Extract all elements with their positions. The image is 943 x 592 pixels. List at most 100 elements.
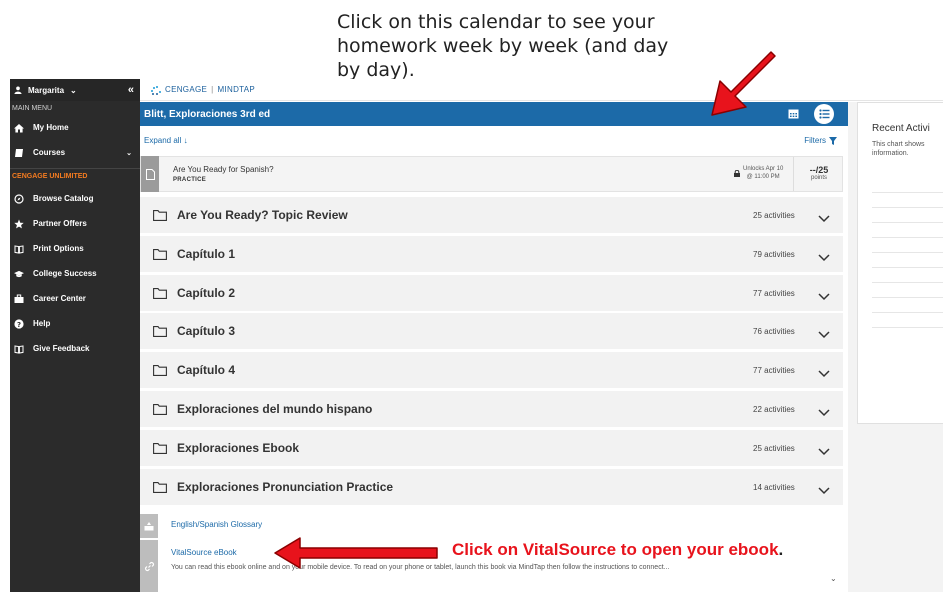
activity-count: 77 activities xyxy=(753,288,795,298)
course-title: Blitt, Exploraciones 3rd ed xyxy=(144,108,271,120)
folder-row[interactable]: Exploraciones Pronunciation Practice 14 … xyxy=(140,469,843,507)
expand-filter-row: Expand all ↓ Filters xyxy=(140,128,843,153)
collapse-sidebar-icon[interactable]: « xyxy=(128,84,134,96)
activity-count: 76 activities xyxy=(753,326,795,336)
book-icon xyxy=(14,148,24,158)
lock-icon xyxy=(734,169,740,177)
annotation-text: Click on VitalSource to open your ebook xyxy=(452,540,779,559)
recent-activity-description: This chart shows information. xyxy=(872,140,943,158)
sidebar-item-partner-offers[interactable]: Partner Offers xyxy=(10,211,140,236)
chevron-down-icon[interactable] xyxy=(818,249,830,267)
cengage-mindtap-logo[interactable]: CENGAGE | MINDTAP xyxy=(150,85,255,95)
arrow-down-icon: ↓ xyxy=(183,136,188,145)
star-icon xyxy=(14,219,24,229)
activity-count: 25 activities xyxy=(753,210,795,220)
folder-title: Capítulo 1 xyxy=(177,247,236,261)
document-icon xyxy=(141,156,159,192)
unlock-info: Unlocks Apr 10 @ 11:00 PM xyxy=(734,165,783,181)
chevron-down-icon[interactable]: ⌄ xyxy=(830,574,837,583)
chevron-down-icon[interactable] xyxy=(818,365,830,383)
list-icon xyxy=(818,109,829,119)
folder-row[interactable]: Are You Ready? Topic Review 25 activitie… xyxy=(140,197,843,235)
sidebar-item-college-success[interactable]: College Success xyxy=(10,261,140,286)
user-menu[interactable]: Margarita ⌄ « xyxy=(10,79,140,101)
folder-icon xyxy=(153,248,167,260)
link-icon xyxy=(140,540,158,592)
practice-title: Are You Ready for Spanish? xyxy=(173,165,274,174)
folder-title: Capítulo 2 xyxy=(177,286,236,300)
practice-activity-row[interactable]: Are You Ready for Spanish? PRACTICE Unlo… xyxy=(140,156,843,192)
user-icon xyxy=(14,86,22,94)
folder-row[interactable]: Capítulo 2 77 activities xyxy=(140,275,843,313)
unlock-time: @ 11:00 PM xyxy=(746,174,780,180)
graduation-cap-icon xyxy=(14,269,24,279)
brand-cengage: CENGAGE xyxy=(165,85,208,94)
folder-icon xyxy=(153,481,167,493)
glossary-icon xyxy=(140,514,158,538)
folder-row[interactable]: Capítulo 3 76 activities xyxy=(140,313,843,351)
brand-mindtap: MINDTAP xyxy=(217,85,256,94)
folder-icon xyxy=(153,403,167,415)
question-icon: ? xyxy=(14,318,24,329)
vitalsource-description: You can read this ebook online and on yo… xyxy=(171,564,670,571)
sidebar-item-help[interactable]: ? Help xyxy=(10,311,140,336)
folder-row[interactable]: Exploraciones del mundo hispano 22 activ… xyxy=(140,391,843,429)
chevron-down-icon[interactable] xyxy=(818,443,830,461)
sidebar-item-print-options[interactable]: Print Options xyxy=(10,236,140,261)
sidebar-item-label: Partner Offers xyxy=(33,219,87,228)
chevron-down-icon[interactable] xyxy=(818,326,830,344)
calendar-icon[interactable] xyxy=(788,108,799,122)
chevron-down-icon[interactable] xyxy=(818,482,830,500)
chevron-down-icon[interactable] xyxy=(818,404,830,422)
folder-row[interactable]: Capítulo 4 77 activities xyxy=(140,352,843,390)
sidebar-item-give-feedback[interactable]: Give Feedback xyxy=(10,336,140,361)
filters-label: Filters xyxy=(804,136,826,145)
folder-icon xyxy=(153,364,167,376)
folder-title: Exploraciones Pronunciation Practice xyxy=(177,480,394,494)
description-line: This chart shows xyxy=(872,141,925,148)
points-label: points xyxy=(810,175,827,181)
compass-icon xyxy=(14,193,24,204)
sidebar-item-label: Browse Catalog xyxy=(33,194,94,203)
recent-activity-title: Recent Activi xyxy=(872,123,930,134)
sidebar-item-career-center[interactable]: Career Center xyxy=(10,286,140,311)
sidebar-item-browse-catalog[interactable]: Browse Catalog xyxy=(10,186,140,211)
folder-icon xyxy=(153,442,167,454)
expand-all-link[interactable]: Expand all ↓ xyxy=(144,136,188,145)
cengage-unlimited-heading: CENGAGE UNLIMITED xyxy=(10,168,140,186)
folder-row[interactable]: Capítulo 1 79 activities xyxy=(140,236,843,274)
points-value: --/25 xyxy=(809,165,829,175)
feedback-icon xyxy=(14,344,24,354)
folder-icon xyxy=(153,325,167,337)
chevron-down-icon: ⌄ xyxy=(70,85,77,95)
activity-count: 14 activities xyxy=(753,482,795,492)
activity-count: 77 activities xyxy=(753,365,795,375)
glossary-row[interactable]: English/Spanish Glossary xyxy=(140,514,843,538)
folder-title: Exploraciones Ebook xyxy=(177,441,300,455)
glossary-link[interactable]: English/Spanish Glossary xyxy=(171,520,262,529)
recent-activity-panel: Recent Activi This chart shows informati… xyxy=(857,102,943,424)
course-header: Blitt, Exploraciones 3rd ed xyxy=(140,102,848,126)
sidebar-item-courses[interactable]: Courses ⌄ xyxy=(10,140,140,165)
activity-count: 79 activities xyxy=(753,249,795,259)
cengage-logo-icon xyxy=(151,85,161,95)
folder-row[interactable]: Exploraciones Ebook 25 activities xyxy=(140,430,843,468)
briefcase-icon xyxy=(14,294,24,304)
main-menu-heading: MAIN MENU xyxy=(12,105,53,112)
sidebar-item-label: Courses xyxy=(33,148,66,157)
svg-text:?: ? xyxy=(17,321,21,329)
folder-title: Capítulo 4 xyxy=(177,363,236,377)
vitalsource-annotation: Click on VitalSource to open your ebook. xyxy=(452,540,783,560)
chevron-down-icon[interactable] xyxy=(818,288,830,306)
sidebar-item-label: Career Center xyxy=(33,294,86,303)
open-book-icon xyxy=(14,244,24,254)
unlock-date: Unlocks Apr 10 xyxy=(743,166,784,172)
activity-count: 25 activities xyxy=(753,443,795,453)
list-view-button[interactable] xyxy=(814,104,834,124)
chevron-down-icon: ⌄ xyxy=(126,149,132,157)
sidebar-item-my-home[interactable]: My Home xyxy=(10,115,140,140)
chevron-down-icon[interactable] xyxy=(818,210,830,228)
sidebar-item-label: Give Feedback xyxy=(33,344,90,353)
filters-button[interactable]: Filters xyxy=(804,136,837,145)
sidebar-item-label: Print Options xyxy=(33,244,84,253)
